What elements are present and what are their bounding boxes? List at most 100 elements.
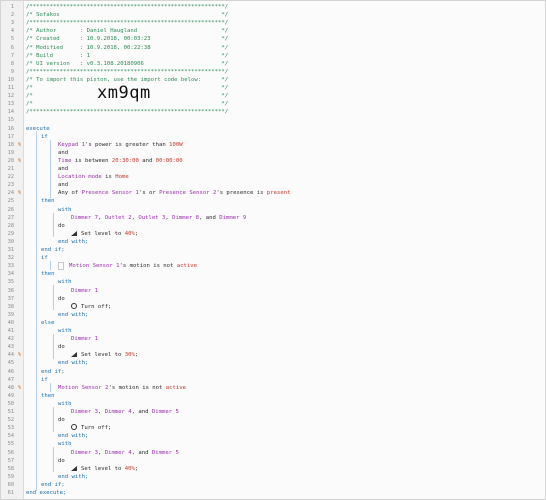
end-with-keyword: end with;	[58, 311, 89, 318]
piston-code-viewer: 1 /**************************************…	[0, 0, 546, 500]
code-line[interactable]: 55 with	[1, 440, 545, 448]
end-with-keyword: end with;	[58, 238, 89, 245]
trace-marker: %	[17, 141, 22, 148]
device-dimmer-3: Dimmer 3	[71, 449, 98, 456]
line-number: 44	[7, 352, 14, 359]
code-line: 11/* */	[1, 84, 545, 92]
separator: , and	[199, 214, 220, 221]
line-number: 5	[10, 36, 14, 43]
line-number: 50	[7, 400, 14, 407]
code-line: 10/* To import this piston, use the impo…	[1, 76, 545, 84]
code-line[interactable]: 47 if	[1, 376, 545, 384]
code-line[interactable]: 16 execute	[1, 125, 545, 133]
device-dimmer-8: Dimmer 8	[172, 214, 200, 221]
device-dimmer-9: Dimmer 9	[219, 214, 247, 221]
condition-operator: 's motion is not	[119, 263, 177, 270]
line-number: 49	[7, 392, 14, 399]
line-number: 12	[7, 93, 14, 100]
device-presence-sensor-2: Presence Sensor 2	[159, 190, 217, 197]
code-line: 19 and	[1, 149, 545, 157]
line-number: 42	[7, 336, 14, 343]
condition-operator: and	[138, 157, 156, 164]
line-number: 61	[7, 490, 14, 496]
trace-marker: %	[17, 190, 22, 197]
code-line[interactable]: 29 Set level to 40%;	[1, 230, 545, 238]
line-number: 40	[7, 319, 14, 326]
trace-marker: %	[17, 352, 22, 359]
device-keypad-1: Keypad 1	[58, 141, 85, 148]
line-number: 39	[7, 311, 14, 318]
line-number: 4	[10, 28, 14, 35]
line-number: 35	[7, 279, 14, 286]
code-line[interactable]: 36 Dimmer 1	[1, 287, 545, 295]
if-keyword: if	[41, 133, 48, 140]
code-line[interactable]: 53 Turn off;	[1, 424, 545, 432]
condition-toggle[interactable]	[58, 262, 64, 270]
condition-value: 100W	[169, 141, 183, 148]
line-number: 24	[7, 190, 14, 197]
code-line[interactable]: 32 if	[1, 254, 545, 262]
semicolon: ;	[134, 352, 139, 359]
semicolon: ;	[134, 465, 139, 472]
line-number: 3	[10, 20, 14, 27]
code-line: 15	[1, 116, 545, 124]
line-number: 53	[7, 425, 14, 432]
device-outlet-3: Outlet 3	[138, 214, 166, 221]
code-line[interactable]: 50 with	[1, 400, 545, 408]
code-line[interactable]: 18% Keypad 1's power is greater than 100…	[1, 141, 545, 149]
code-line[interactable]: 48% Motion Sensor 2's motion is not acti…	[1, 384, 545, 392]
code-line: 60 end if;	[1, 481, 545, 489]
code-line[interactable]: 41 with	[1, 327, 545, 335]
end-with-keyword: end with;	[58, 473, 89, 480]
line-number: 33	[7, 263, 14, 270]
comment-text: /* Build : 1 */	[26, 52, 229, 59]
code-line: 49 then	[1, 392, 545, 400]
line-number: 48	[7, 384, 14, 391]
code-line[interactable]: 26 with	[1, 206, 545, 214]
if-keyword: if	[41, 255, 48, 262]
code-line[interactable]: 56 Dimmer 3, Dimmer 4, and Dimmer 5	[1, 449, 545, 457]
with-keyword: with	[58, 400, 72, 407]
separator: ,	[97, 449, 105, 456]
do-keyword: do	[58, 417, 65, 424]
code-line[interactable]: 27 Dimmer 7, Outlet 2, Outlet 3, Dimmer …	[1, 214, 545, 222]
code-line[interactable]: 42 Dimmer 1	[1, 335, 545, 343]
device-list: Dimmer 3, Dimmer 4, and Dimmer 5	[71, 449, 179, 457]
condition-operator: 's or	[138, 190, 160, 197]
code-line[interactable]: 38 Turn off;	[1, 302, 545, 311]
code-line: 4 /* Author : Daniel Haugland */	[1, 27, 545, 35]
code-line[interactable]: 20% Time is between 20:30:00 and 00:00:0…	[1, 157, 545, 165]
with-keyword: with	[58, 206, 72, 213]
code-line: 7 /* Build : 1 */	[1, 52, 545, 60]
action-label: Set level to	[81, 230, 125, 237]
condition-text: Time is between 20:30:00 and 00:00:00	[58, 157, 183, 165]
code-line[interactable]: 33 Motion Sensor 1's motion is not activ…	[1, 262, 545, 270]
code-line[interactable]: 22 Location mode is Home	[1, 173, 545, 181]
code-line: 45 end with;	[1, 359, 545, 367]
code-line[interactable]: 35 with	[1, 278, 545, 286]
then-keyword: then	[41, 392, 55, 399]
line-number: 22	[7, 174, 14, 181]
line-number: 19	[7, 149, 14, 156]
line-number: 37	[7, 295, 14, 302]
do-keyword: do	[58, 457, 65, 464]
and-keyword: and	[58, 182, 69, 189]
line-number: 23	[7, 182, 14, 189]
device-dimmer-7: Dimmer 7	[71, 214, 98, 221]
and-keyword: and	[58, 149, 69, 156]
code-line[interactable]: 24% Any of Presence Sensor 1's or Presen…	[1, 189, 545, 197]
code-line[interactable]: 44% Set level to 30%;	[1, 351, 545, 359]
code-line[interactable]: 58 Set level to 40%;	[1, 465, 545, 473]
comment-text: /* Author : Daniel Haugland */	[26, 28, 229, 35]
device-dimmer-4: Dimmer 4	[104, 409, 132, 415]
else-keyword: else	[41, 319, 55, 326]
code-line[interactable]: 51 Dimmer 3, Dimmer 4, and Dimmer 5	[1, 408, 545, 416]
condition-value: 20:30:00	[111, 157, 139, 164]
line-number: 27	[7, 214, 14, 221]
line-number: 41	[7, 328, 14, 334]
comment-text: /***************************************…	[26, 4, 229, 10]
with-keyword: with	[58, 441, 72, 448]
line-number: 32	[7, 255, 14, 262]
end-execute-keyword: end execute;	[26, 490, 67, 496]
code-line[interactable]: 17 if	[1, 133, 545, 141]
